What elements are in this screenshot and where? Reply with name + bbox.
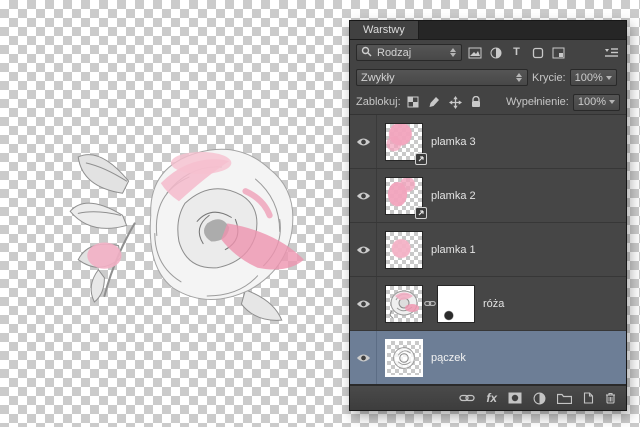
new-group-button[interactable]	[557, 390, 572, 406]
filter-row: Rodzaj T	[350, 40, 626, 65]
eye-icon	[356, 137, 370, 146]
filter-kind-label: Rodzaj	[377, 46, 412, 59]
chevron-updown-icon	[516, 73, 523, 82]
layer-row[interactable]: plamka 2	[350, 169, 626, 223]
visibility-toggle[interactable]	[350, 331, 377, 384]
layer-row[interactable]: plamka 1	[350, 223, 626, 277]
trash-icon	[606, 392, 615, 404]
layer-name: róża	[483, 297, 505, 310]
chevron-down-icon	[605, 75, 612, 80]
fill-input[interactable]: 100%	[572, 93, 620, 111]
filter-shape-button[interactable]	[529, 45, 546, 61]
layer-row[interactable]: plamka 3	[350, 115, 626, 169]
opacity-value: 100%	[574, 71, 603, 84]
fill-label: Wypełnienie:	[505, 96, 569, 108]
bud-thumbnail-sketch	[393, 346, 415, 369]
layer-mask-thumbnail[interactable]	[437, 284, 475, 323]
panel-menu-button[interactable]	[603, 45, 620, 61]
chevron-updown-icon	[450, 48, 457, 57]
eye-icon	[356, 353, 370, 362]
mask-icon	[508, 392, 522, 404]
folder-icon	[557, 393, 572, 404]
delete-layer-button[interactable]	[605, 390, 616, 406]
fx-icon: fx	[486, 391, 497, 405]
layer-name: plamka 1	[431, 243, 476, 256]
chevron-down-icon	[609, 100, 615, 104]
layer-style-button[interactable]: fx	[486, 390, 497, 406]
rose-artwork	[69, 148, 304, 321]
layer-badge-icon	[415, 152, 427, 165]
lock-pixels-brush-button[interactable]	[426, 94, 443, 110]
chain-link-icon	[459, 394, 475, 402]
layer-name: plamka 2	[431, 189, 476, 202]
filter-type-button[interactable]: T	[508, 45, 525, 61]
visibility-toggle[interactable]	[350, 169, 377, 222]
lock-label: Zablokuj:	[356, 96, 401, 108]
blend-mode-value: Zwykły	[361, 71, 395, 84]
layer-list: plamka 3 plamka 2 plamka 1 róża pączek	[350, 114, 626, 385]
new-page-icon	[583, 392, 594, 404]
blend-mode-dropdown[interactable]: Zwykły	[356, 69, 528, 86]
opacity-label: Krycie:	[532, 71, 566, 84]
search-icon	[361, 46, 372, 60]
layer-name: plamka 3	[431, 135, 476, 148]
filter-smart-object-button[interactable]	[550, 45, 567, 61]
new-adjustment-layer-button[interactable]	[533, 390, 546, 406]
lock-position-button[interactable]	[447, 94, 464, 110]
filter-adjustment-button[interactable]	[487, 45, 504, 61]
layer-name: pączek	[431, 351, 466, 364]
panel-footer: fx	[350, 385, 626, 410]
filter-kind-dropdown[interactable]: Rodzaj	[356, 44, 462, 61]
filter-pixel-button[interactable]	[466, 45, 483, 61]
layer-thumbnail[interactable]	[385, 338, 423, 377]
visibility-toggle[interactable]	[350, 115, 377, 168]
layer-badge-icon	[415, 206, 427, 219]
opacity-input[interactable]: 100%	[569, 69, 617, 86]
lock-row: Zablokuj: Wypełnienie: 100%	[350, 90, 626, 114]
layer-row-selected[interactable]: pączek	[350, 331, 626, 384]
panel-tab-bar: Warstwy	[350, 21, 626, 40]
layer-row[interactable]: róża	[350, 277, 626, 331]
new-layer-button[interactable]	[583, 390, 594, 406]
type-icon: T	[513, 46, 520, 58]
adjustment-circle-icon	[533, 392, 546, 404]
layers-panel: Warstwy Rodzaj T Zwykły Krycie: 100% Zab…	[349, 20, 627, 411]
visibility-toggle[interactable]	[350, 277, 377, 330]
blend-row: Zwykły Krycie: 100%	[350, 65, 626, 90]
layer-thumbnail[interactable]	[385, 284, 423, 323]
eye-icon	[356, 245, 370, 254]
tab-layers[interactable]: Warstwy	[350, 21, 419, 39]
rose-thumbnail-image	[389, 290, 419, 318]
lock-all-button[interactable]	[468, 94, 485, 110]
visibility-toggle[interactable]	[350, 223, 377, 276]
lock-transparency-button[interactable]	[405, 94, 422, 110]
fill-value: 100%	[577, 96, 606, 108]
eye-icon	[356, 299, 370, 308]
eye-icon	[356, 191, 370, 200]
layer-thumbnail[interactable]	[385, 230, 423, 269]
mask-link-icon[interactable]	[423, 300, 437, 307]
link-layers-button[interactable]	[459, 390, 475, 406]
add-layer-mask-button[interactable]	[508, 390, 522, 406]
